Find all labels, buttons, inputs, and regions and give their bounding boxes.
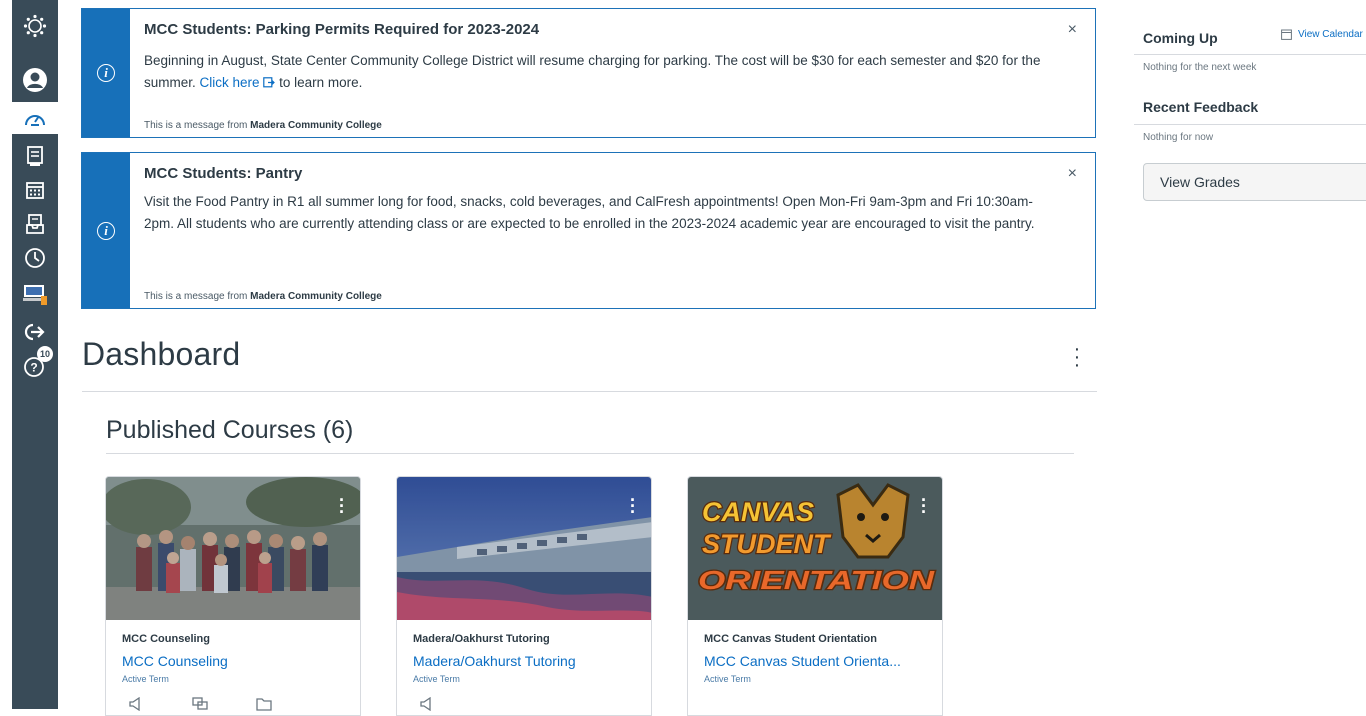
close-announcement-button[interactable]: × [1068, 165, 1077, 183]
coming-up-empty: Nothing for the next week [1143, 62, 1257, 73]
course-term: Active Term [413, 674, 460, 684]
inbox-icon [26, 214, 44, 234]
announcement-title: MCC Students: Pantry [144, 165, 303, 182]
orientation-logo-line-3: ORIENTATION [698, 565, 936, 595]
nav-dashboard[interactable] [12, 102, 58, 134]
divider [1134, 124, 1366, 125]
calendar-icon [26, 182, 44, 199]
orientation-logo-line-2: STUDENT [702, 529, 832, 559]
nav-logo[interactable] [12, 6, 58, 46]
view-calendar-link[interactable]: View Calendar [1281, 29, 1363, 40]
course-image-orientation-logo[interactable]: CANVAS STUDENT ORIENTATION [688, 477, 943, 620]
course-name-link[interactable]: Madera/Oakhurst Tutoring [413, 653, 576, 669]
announcement-source: This is a message from Madera Community … [144, 291, 382, 302]
course-short-name: MCC Canvas Student Orientation [704, 633, 877, 645]
global-navigation: ? 10 [12, 0, 58, 709]
divider [1134, 54, 1366, 55]
recent-feedback-heading: Recent Feedback [1143, 99, 1259, 115]
view-grades-button[interactable]: View Grades [1143, 163, 1366, 201]
external-link-icon [263, 77, 276, 88]
card-options-button[interactable]: · · · [629, 491, 637, 521]
canvas-logo-icon [23, 14, 47, 38]
card-options-button[interactable]: · · · [920, 491, 928, 521]
dashboard-options-button[interactable]: · · · [1071, 339, 1083, 375]
card-options-button[interactable]: · · · [338, 491, 346, 521]
course-term: Active Term [704, 674, 751, 684]
course-image-group-photo[interactable] [106, 477, 361, 620]
info-icon: i [97, 64, 115, 82]
course-image-campus[interactable] [397, 477, 652, 620]
logout-arrow-icon [24, 323, 45, 341]
clock-icon [25, 248, 45, 268]
info-icon: i [97, 221, 115, 240]
notification-badge: 10 [37, 346, 53, 362]
nav-history[interactable] [12, 238, 58, 278]
course-name-link[interactable]: MCC Canvas Student Orienta... [704, 653, 901, 669]
courses-icon [27, 146, 43, 166]
course-short-name: MCC Counseling [122, 633, 210, 645]
close-announcement-button[interactable]: × [1068, 21, 1077, 39]
course-card-tutoring[interactable]: · · · Madera/Oakhurst Tutoring Madera/Oakh… [396, 476, 652, 716]
course-name-link[interactable]: MCC Counseling [122, 653, 228, 669]
announcement-body: Visit the Food Pantry in R1 all summer l… [144, 194, 1035, 231]
calendar-small-icon [1281, 29, 1292, 40]
nav-commons[interactable] [12, 274, 58, 314]
divider [106, 453, 1074, 454]
page-title: Dashboard [82, 336, 241, 372]
course-short-name: Madera/Oakhurst Tutoring [413, 633, 550, 645]
announcement-stripe: i [82, 153, 130, 308]
announcement-stripe: i [82, 9, 130, 137]
announcement-pantry: i MCC Students: Pantry Visit the Food Pa… [81, 152, 1096, 309]
announcement-parking: i MCC Students: Parking Permits Required… [81, 8, 1096, 138]
orientation-logo-line-1: CANVAS [702, 497, 814, 527]
user-avatar-icon [23, 68, 47, 92]
nav-account[interactable] [12, 60, 58, 100]
published-courses-heading: Published Courses (6) [106, 416, 354, 444]
commons-book-icon [23, 285, 47, 305]
dashboard-gauge-icon [25, 115, 45, 126]
screen-margin [0, 0, 12, 709]
svg-text:?: ? [30, 361, 37, 375]
announcement-body: Beginning in August, State Center Commun… [144, 53, 1041, 90]
divider [82, 391, 1097, 392]
course-card-orientation[interactable]: CANVAS STUDENT ORIENTATION · · · MCC Canva… [687, 476, 943, 716]
course-card-counseling[interactable]: · · · MCC Counseling MCC Counseling Active… [105, 476, 361, 716]
course-term: Active Term [122, 674, 169, 684]
announcement-title: MCC Students: Parking Permits Required f… [144, 21, 540, 38]
feedback-empty: Nothing for now [1143, 132, 1214, 143]
coming-up-heading: Coming Up [1143, 30, 1218, 46]
announcement-source: This is a message from Madera Community … [144, 120, 382, 131]
click-here-link[interactable]: Click here [200, 75, 260, 90]
nav-help[interactable]: ? 10 [12, 346, 58, 386]
